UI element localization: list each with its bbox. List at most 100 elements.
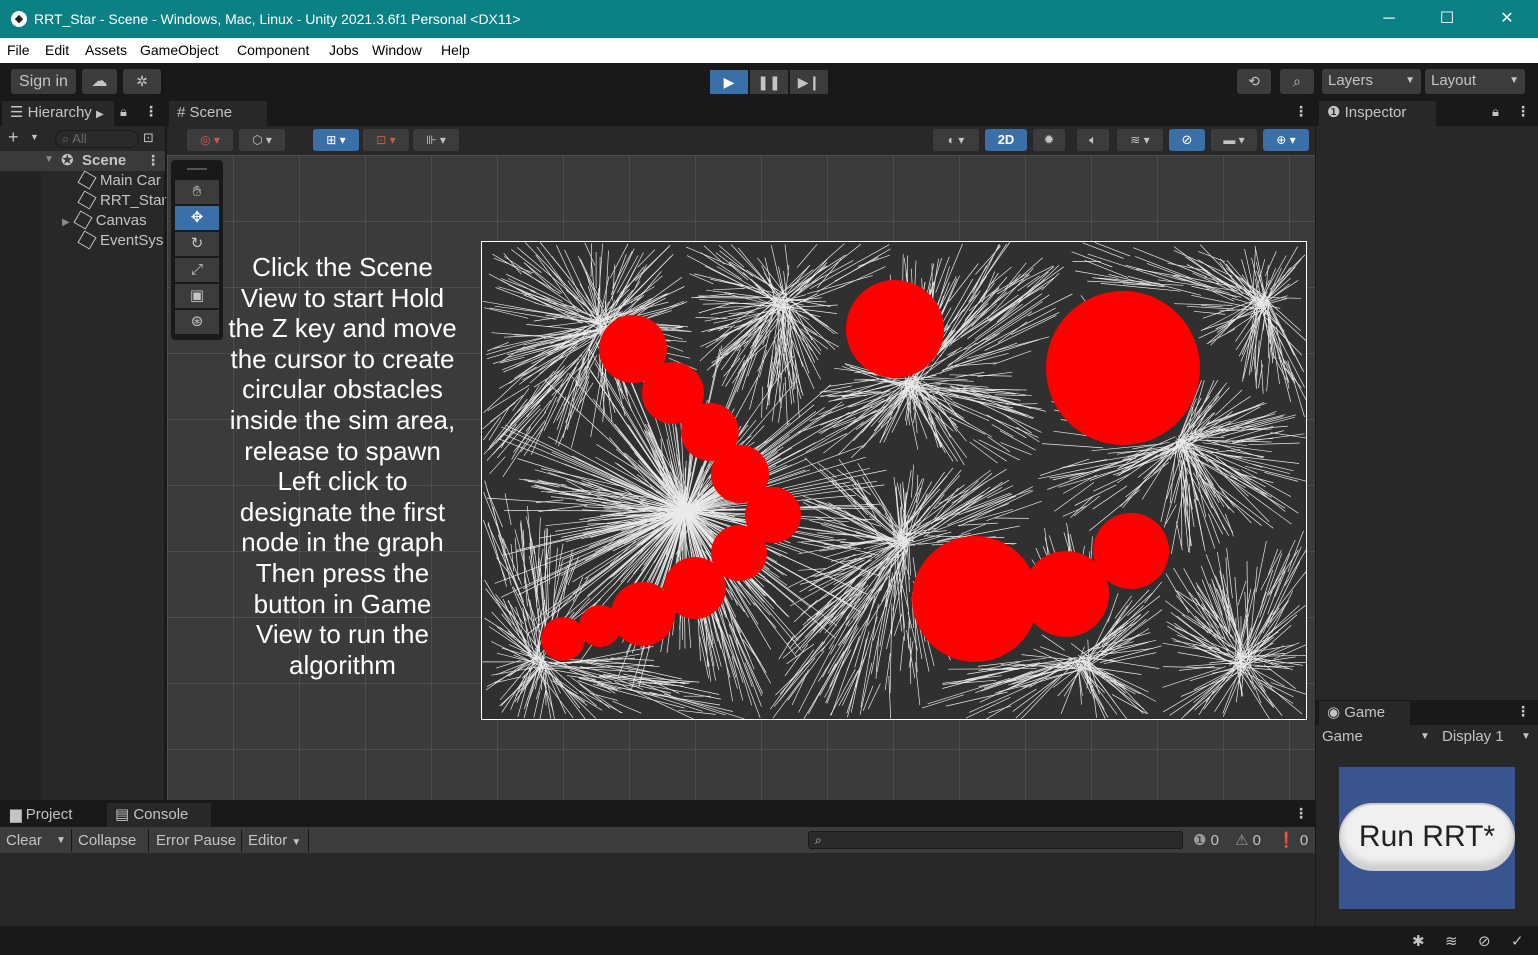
- collapse-button[interactable]: Collapse: [78, 829, 136, 852]
- grid-snap-dropdown[interactable]: ⊞ ▾: [313, 129, 359, 151]
- layers-icon[interactable]: ≋: [1445, 932, 1458, 950]
- 2d-toggle[interactable]: 2D: [985, 129, 1027, 151]
- step-button[interactable]: ▶❙: [790, 70, 828, 94]
- info-icon: ❶: [1327, 104, 1345, 121]
- menu-gameobject[interactable]: GameObject: [140, 42, 219, 58]
- menu-file[interactable]: File: [7, 42, 30, 58]
- console-icon: ▤: [115, 806, 134, 823]
- divider: [308, 829, 309, 852]
- obstacle-circle: [846, 280, 944, 378]
- audio-icon[interactable]: 🔈︎: [1077, 129, 1109, 151]
- scene-menu-icon[interactable]: ⋮: [1294, 103, 1308, 120]
- camera-dropdown[interactable]: ▬ ▾: [1211, 129, 1257, 151]
- hierarchy-item[interactable]: Main Car: [77, 170, 161, 190]
- clear-options-dropdown[interactable]: ▼: [56, 829, 66, 852]
- hierarchy-gutter: [0, 171, 41, 800]
- search-icon[interactable]: ⌕: [1280, 69, 1314, 94]
- pause-button[interactable]: ❚❚: [750, 70, 788, 94]
- window-title: RRT_Star - Scene - Windows, Mac, Linux -…: [34, 11, 521, 27]
- play-button[interactable]: ▶: [710, 70, 748, 94]
- lighting-icon[interactable]: ✹: [1033, 129, 1065, 151]
- warning-icon: ⚠: [1235, 832, 1253, 849]
- divider: [71, 829, 72, 852]
- scale-tool-icon[interactable]: ⤢: [175, 258, 219, 282]
- overlay-grip[interactable]: [187, 168, 207, 170]
- chevron-right-icon[interactable]: ▶: [62, 217, 70, 228]
- scene-menu-icon[interactable]: ⋮: [146, 152, 160, 169]
- hierarchy-item[interactable]: RRT_Star: [77, 190, 166, 210]
- menu-window[interactable]: Window: [372, 42, 422, 58]
- effects-dropdown[interactable]: ≋ ▾: [1117, 129, 1163, 151]
- gizmos-dropdown[interactable]: ⊕ ▾: [1263, 129, 1309, 151]
- layers-label: Layers: [1328, 72, 1374, 89]
- menu-component[interactable]: Component: [237, 42, 309, 58]
- tab-inspector[interactable]: ❶ Inspector: [1319, 101, 1436, 126]
- rect-tool-icon[interactable]: ▣: [175, 284, 219, 308]
- error-pause-button[interactable]: Error Pause: [156, 829, 236, 852]
- add-icon[interactable]: +: [8, 127, 19, 148]
- close-button[interactable]: ✕: [1484, 0, 1530, 38]
- instructions-text: Click the Scene View to start Hold the Z…: [228, 252, 457, 680]
- editor-dropdown[interactable]: Editor ▼: [248, 829, 301, 852]
- unity-logo-icon: ◆: [11, 11, 27, 27]
- run-rrt-button[interactable]: Run RRT*: [1339, 803, 1515, 871]
- warning-count-toggle[interactable]: ⚠ 0: [1235, 829, 1261, 852]
- chevron-down-icon[interactable]: ▼: [44, 154, 54, 165]
- tab-hierarchy[interactable]: ☰ Hierarchy ▶: [2, 101, 114, 126]
- render-mode-dropdown[interactable]: ⬡ ▾: [239, 129, 285, 151]
- collab-icon[interactable]: ✲: [123, 69, 161, 94]
- console-menu-icon[interactable]: ⋮: [1294, 805, 1308, 822]
- maximize-button[interactable]: ☐: [1424, 0, 1470, 38]
- draw-mode-dropdown[interactable]: ◎ ▾: [187, 129, 233, 151]
- log-count-toggle[interactable]: ❶ 0: [1193, 829, 1219, 852]
- menu-assets[interactable]: Assets: [85, 42, 127, 58]
- tab-game[interactable]: ◉ Game: [1319, 701, 1410, 725]
- tab-project[interactable]: ▆ Project: [2, 803, 106, 827]
- shading-mode-dropdown[interactable]: ◐ ▾: [933, 129, 979, 151]
- hierarchy-item[interactable]: ▶ Canvas: [62, 210, 147, 230]
- obstacle-circle: [611, 582, 675, 646]
- minimize-button[interactable]: ─: [1366, 0, 1412, 38]
- move-tool-icon[interactable]: ✥: [175, 206, 219, 230]
- tab-scene[interactable]: # Scene: [169, 101, 267, 126]
- tab-console-label: Console: [133, 806, 189, 823]
- simulation-area[interactable]: [481, 241, 1307, 720]
- log-count: 0: [1210, 832, 1219, 849]
- menu-help[interactable]: Help: [441, 42, 470, 58]
- display-dropdown[interactable]: Display 1 ▼: [1442, 728, 1538, 748]
- scene-visibility-icon[interactable]: ⊘: [1169, 129, 1205, 151]
- hierarchy-search-input[interactable]: ⌕ All: [55, 130, 139, 148]
- layout-dropdown[interactable]: Layout ▼: [1425, 69, 1525, 94]
- hierarchy-scene-row[interactable]: ▼ ✪ Scene ⋮: [0, 151, 165, 171]
- error-count: 0: [1299, 832, 1309, 849]
- lock-icon[interactable]: 🔒︎: [120, 104, 127, 120]
- transform-tool-icon[interactable]: ⊛: [175, 310, 219, 334]
- check-icon[interactable]: ✓: [1511, 932, 1524, 950]
- layers-dropdown[interactable]: Layers ▼: [1322, 69, 1421, 94]
- hierarchy-item-label: Canvas: [95, 212, 147, 229]
- game-menu-icon[interactable]: ⋮: [1516, 703, 1530, 720]
- lock-icon[interactable]: 🔒︎: [1492, 104, 1499, 120]
- sign-in-button[interactable]: Sign in: [11, 69, 76, 94]
- menu-edit[interactable]: Edit: [45, 42, 69, 58]
- inspector-menu-icon[interactable]: ⋮: [1516, 103, 1530, 120]
- tab-console[interactable]: ▤ Console: [107, 803, 211, 827]
- game-view-dropdown[interactable]: Game ▼: [1322, 728, 1436, 748]
- increment-snap-dropdown[interactable]: ⊡ ▾: [363, 129, 409, 151]
- hierarchy-menu-icon[interactable]: ⋮: [144, 103, 158, 120]
- hierarchy-item[interactable]: EventSys: [77, 230, 163, 250]
- menu-jobs[interactable]: Jobs: [329, 42, 359, 58]
- history-icon[interactable]: ⟲: [1237, 69, 1271, 94]
- chevron-down-icon: ▼: [1420, 731, 1430, 742]
- collab-status-icon[interactable]: ⊘: [1478, 932, 1491, 950]
- chevron-down-icon[interactable]: ▼: [30, 132, 39, 142]
- error-count-toggle[interactable]: ❗ 0: [1277, 829, 1308, 852]
- console-search-input[interactable]: ⌕: [808, 831, 1183, 849]
- debug-icon[interactable]: ✱: [1412, 932, 1425, 950]
- grid-visibility-dropdown[interactable]: ⊪ ▾: [413, 129, 459, 151]
- cloud-icon[interactable]: ☁: [82, 69, 117, 94]
- hand-tool-icon[interactable]: ✋︎: [175, 180, 219, 204]
- clear-button[interactable]: Clear: [6, 829, 42, 852]
- rotate-tool-icon[interactable]: ↻: [175, 232, 219, 256]
- scene-search-icon[interactable]: ⊡: [143, 130, 154, 146]
